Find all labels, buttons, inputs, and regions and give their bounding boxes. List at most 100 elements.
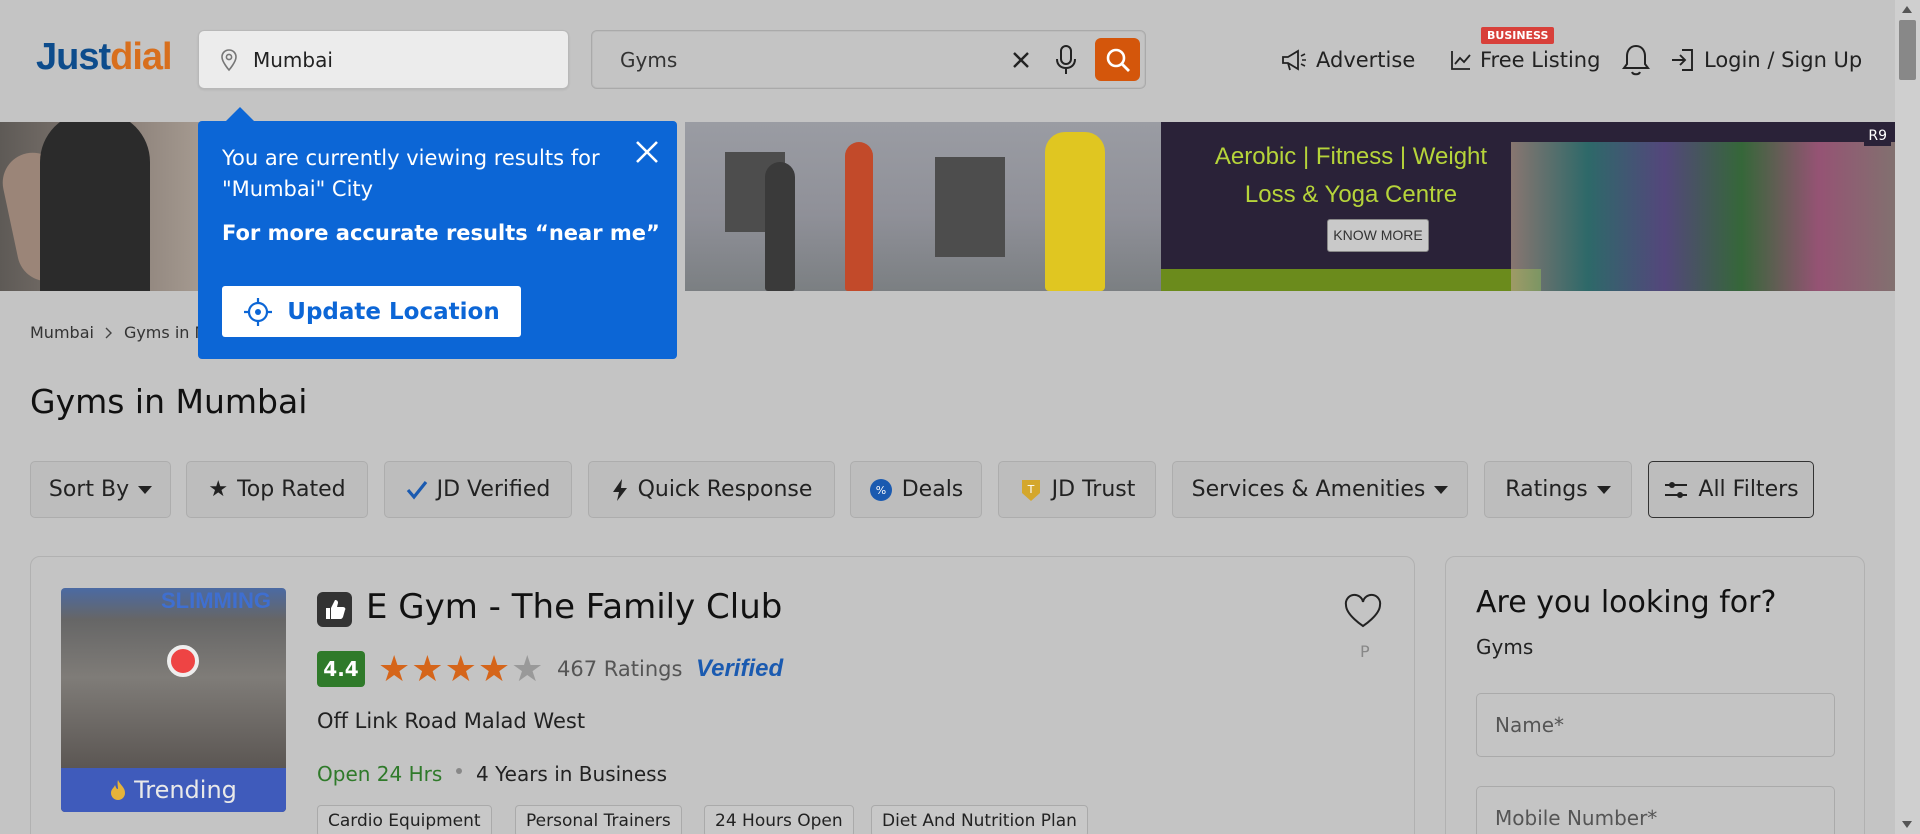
years-in-business: 4 Years in Business [476, 762, 667, 786]
breadcrumb: Mumbai Gyms in M [30, 323, 208, 342]
filter-label: Top Rated [237, 477, 346, 502]
amenity-tag: Cardio Equipment [317, 805, 492, 834]
filter-services-amenities[interactable]: Services & Amenities [1172, 461, 1468, 518]
megaphone-icon [1282, 49, 1306, 71]
name-field[interactable]: Name* [1476, 693, 1835, 757]
banner-people-image [1511, 142, 1895, 291]
filter-label: Ratings [1505, 477, 1588, 502]
location-pin-icon [221, 49, 237, 72]
close-icon[interactable] [632, 137, 662, 167]
listing-card[interactable]: SLIMMING Trending E Gym - The Family Clu… [30, 556, 1415, 834]
login-icon [1672, 49, 1693, 71]
trending-badge: Trending [61, 768, 286, 812]
breadcrumb-item-gyms[interactable]: Gyms in M [124, 323, 208, 342]
search-icon [1106, 48, 1130, 72]
banner-image-athlete [0, 122, 200, 291]
location-value: Mumbai [253, 48, 333, 72]
search-button[interactable] [1095, 38, 1140, 81]
thumbs-up-icon [317, 592, 352, 627]
separator-dot [456, 768, 462, 774]
banner-headline: Aerobic | Fitness | Weight Loss & Yoga C… [1214, 143, 1488, 208]
caret-down-icon [138, 485, 153, 494]
chevron-right-icon [105, 327, 112, 338]
logo-text-dial: dial [110, 36, 172, 78]
verified-check-icon [406, 480, 427, 500]
location-tooltip: You are currently viewing results for "M… [198, 107, 677, 359]
amenity-tag: 24 Hours Open [704, 805, 854, 834]
gym-logo-image [167, 645, 199, 677]
rating-badge: 4.4 [317, 651, 365, 687]
justdial-logo[interactable]: Justdial [36, 36, 173, 79]
filter-label: Quick Response [637, 477, 813, 502]
tooltip-message: You are currently viewing results for "M… [222, 146, 600, 201]
trending-label: Trending [134, 776, 237, 804]
filter-all-filters[interactable]: All Filters [1648, 461, 1814, 518]
filter-ratings[interactable]: Ratings [1484, 461, 1632, 518]
filter-deals[interactable]: % Deals [850, 461, 982, 518]
svg-text:%: % [876, 484, 886, 497]
enquiry-panel: Are you looking for? Gyms Name* Mobile N… [1445, 556, 1865, 834]
filter-sort-by[interactable]: Sort By [30, 461, 171, 518]
scroll-up-arrow-icon[interactable] [1902, 6, 1912, 13]
flame-icon [111, 780, 126, 800]
page-scrollbar[interactable] [1895, 0, 1920, 834]
star-icon: ★ [444, 649, 478, 690]
amenity-tag: Personal Trainers [515, 805, 682, 834]
filter-label: Deals [901, 477, 964, 502]
trust-shield-icon: T [1021, 479, 1040, 501]
p-label: P [1360, 642, 1370, 661]
scroll-down-arrow-icon[interactable] [1902, 821, 1912, 828]
login-label: Login / Sign Up [1704, 48, 1863, 72]
search-input[interactable]: Gyms [591, 30, 1146, 89]
breadcrumb-item-mumbai[interactable]: Mumbai [30, 323, 94, 342]
free-listing-label: Free Listing [1480, 48, 1601, 72]
login-link[interactable]: Login / Sign Up [1670, 45, 1862, 75]
business-badge: BUSINESS [1481, 27, 1555, 44]
lightning-icon [612, 478, 627, 501]
favorite-heart-icon[interactable] [1343, 593, 1383, 629]
notification-bell-icon[interactable] [1621, 43, 1651, 77]
logo-text-just: Just [36, 36, 111, 78]
advertise-label: Advertise [1316, 48, 1416, 72]
page-title: Gyms in Mumbai [30, 382, 308, 421]
filter-top-rated[interactable]: ★ Top Rated [186, 461, 368, 518]
scrollbar-thumb[interactable] [1899, 20, 1916, 80]
clear-search-icon[interactable] [1006, 45, 1036, 75]
microphone-icon[interactable] [1053, 44, 1079, 76]
crosshair-icon [244, 297, 273, 326]
banner-corner-tag: R9 [1864, 126, 1891, 146]
filter-quick-response[interactable]: Quick Response [588, 461, 835, 518]
filter-label: JD Verified [436, 477, 551, 502]
listing-thumbnail[interactable]: SLIMMING Trending [61, 588, 286, 812]
header: Justdial Mumbai Gyms Advertise BUSINESS … [0, 0, 1895, 122]
know-more-button[interactable]: KNOW MORE [1327, 219, 1429, 252]
rating-count[interactable]: 467 Ratings [557, 657, 682, 681]
mobile-number-field[interactable]: Mobile Number* [1476, 786, 1835, 834]
banner-ad-fitness-centre: Aerobic | Fitness | Weight Loss & Yoga C… [1161, 122, 1895, 291]
deals-badge-icon: % [869, 478, 892, 501]
amenity-tag: Diet And Nutrition Plan [871, 805, 1088, 834]
filter-jd-trust[interactable]: T JD Trust [998, 461, 1156, 518]
thumbnail-signboard: SLIMMING [161, 588, 271, 613]
advertise-link[interactable]: Advertise [1280, 45, 1415, 75]
tooltip-hint: For more accurate results “near me” [222, 221, 660, 245]
free-listing-link[interactable]: Free Listing [1450, 45, 1600, 75]
filter-jd-verified[interactable]: JD Verified [384, 461, 572, 518]
caret-down-icon [1434, 485, 1449, 494]
filter-label: JD Trust [1051, 477, 1136, 502]
banner-image-gym-floor [685, 122, 1161, 291]
location-input[interactable]: Mumbai [198, 30, 569, 89]
star-icon: ★ [378, 649, 412, 690]
filter-label: Services & Amenities [1191, 477, 1426, 502]
star-icon: ★ [477, 649, 512, 690]
update-location-button[interactable]: Update Location [222, 286, 521, 337]
svg-text:T: T [1026, 483, 1034, 496]
business-name[interactable]: E Gym - The Family Club [366, 587, 782, 627]
update-location-label: Update Location [287, 298, 500, 325]
half-star-icon: ★ [511, 649, 545, 690]
open-status: Open 24 Hrs [317, 762, 443, 786]
trend-up-icon [1451, 51, 1471, 70]
star-icon: ★ [208, 477, 229, 502]
sliders-icon [1665, 481, 1688, 498]
star-icon: ★ [411, 649, 445, 690]
